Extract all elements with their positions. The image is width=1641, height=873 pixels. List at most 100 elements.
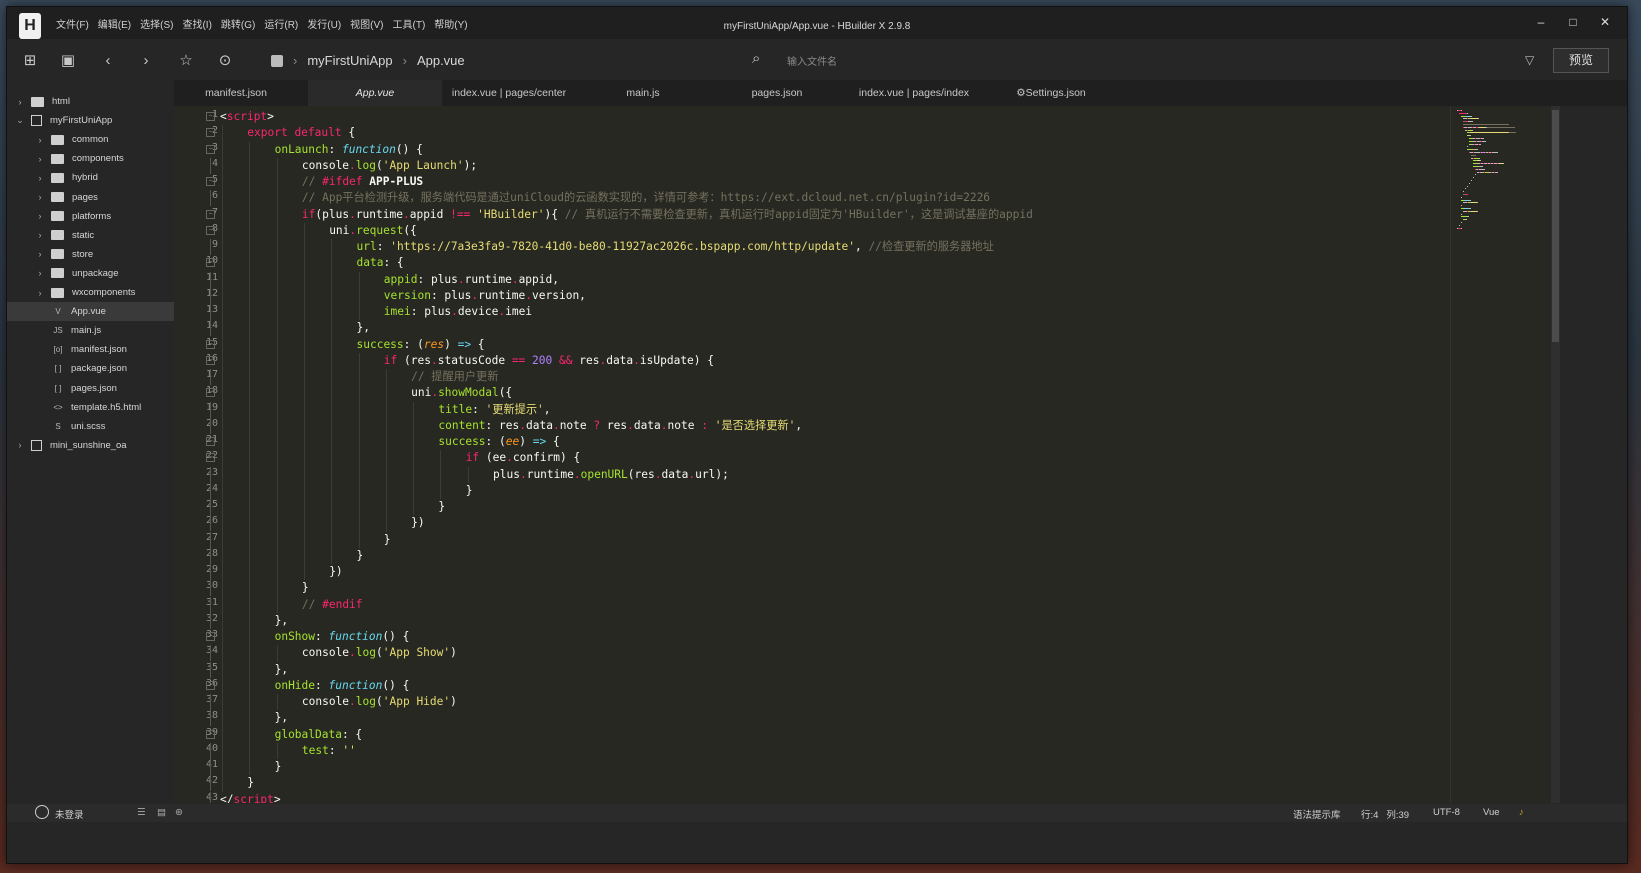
chevron-down-icon[interactable]: ⌄ (15, 115, 25, 126)
code-line[interactable]: } (247, 775, 254, 791)
breadcrumb-project[interactable]: myFirstUniApp (307, 53, 392, 68)
code-line[interactable]: imei: plus.device.imei (384, 304, 532, 320)
chevron-right-icon[interactable]: › (35, 135, 45, 145)
console-icon[interactable]: ▤ (157, 807, 166, 818)
code-line[interactable]: onShow: function() { (275, 629, 410, 645)
tree-item[interactable]: › hybrid (7, 168, 174, 187)
back-icon[interactable]: ‹ (99, 52, 117, 70)
chevron-right-icon[interactable]: › (35, 249, 45, 259)
tab-index-vue-pages-center[interactable]: index.vue | pages/center (442, 80, 576, 106)
fold-toggle-icon[interactable]: − (206, 339, 215, 349)
code-line[interactable]: globalData: { (275, 727, 363, 743)
code-line[interactable]: }) (411, 515, 424, 531)
fold-toggle-icon[interactable]: − (206, 128, 215, 138)
code-line[interactable]: // #ifdef APP-PLUS (302, 174, 423, 190)
tree-item[interactable]: [ ] package.json (7, 359, 174, 378)
fold-toggle-icon[interactable]: − (206, 680, 215, 690)
save-icon[interactable]: ▣ (59, 52, 77, 70)
code-line[interactable]: success: (ee) => { (438, 434, 559, 450)
chevron-right-icon[interactable]: › (35, 230, 45, 240)
chevron-right-icon[interactable]: › (35, 288, 45, 298)
code-line[interactable]: onLaunch: function() { (275, 142, 423, 158)
syntax-hint-library[interactable]: 语法提示库 (1293, 807, 1341, 821)
fold-toggle-icon[interactable]: − (206, 177, 215, 186)
chevron-right-icon[interactable]: › (35, 268, 45, 278)
code-line[interactable]: if (res.statusCode == 200 && res.data.is… (384, 353, 714, 369)
code-line[interactable]: if(plus.runtime.appid !== 'HBuilder'){ /… (302, 207, 1033, 223)
code-line[interactable]: // 提醒用户更新 (411, 369, 498, 385)
notification-bell-icon[interactable]: ♪ (1519, 807, 1524, 818)
code-editor[interactable]: 1−2−3−4 5−6 7−8−9 10−11 12 13 14 15−16−17 18−19 2… (174, 106, 1450, 803)
maximize-button[interactable]: □ (1557, 15, 1589, 29)
code-line[interactable]: } (466, 483, 473, 499)
code-line[interactable]: version: plus.runtime.version, (384, 288, 586, 304)
code-line[interactable]: } (384, 532, 391, 548)
chevron-right-icon[interactable]: › (15, 97, 25, 107)
tab-app-vue[interactable]: App.vue (308, 80, 442, 106)
code-line[interactable]: } (275, 759, 282, 775)
code-line[interactable]: title: '更新提示', (438, 402, 550, 418)
code-line[interactable]: } (438, 499, 445, 515)
code-line[interactable]: console.log('App Launch'); (302, 158, 477, 174)
code-line[interactable]: // App平台检测升级，服务端代码是通过uniCloud的云函数实现的，详情可… (302, 190, 990, 206)
code-line[interactable]: }, (357, 320, 370, 336)
tree-item[interactable]: JS main.js (7, 321, 174, 340)
preview-button[interactable]: 预览 (1553, 48, 1609, 73)
code-line[interactable]: uni.request({ (329, 223, 417, 239)
code-line[interactable]: uni.showModal({ (411, 385, 512, 401)
tree-item[interactable]: [o] manifest.json (7, 340, 174, 359)
chevron-right-icon[interactable]: › (35, 211, 45, 221)
fold-toggle-icon[interactable]: − (206, 355, 215, 365)
tree-item[interactable]: › common (7, 130, 174, 149)
fold-toggle-icon[interactable]: − (206, 632, 215, 641)
tab-manifest-json[interactable]: manifest.json (174, 80, 298, 106)
code-line[interactable]: } (302, 580, 309, 596)
code-line[interactable]: test: '' (302, 743, 356, 759)
code-line[interactable]: }) (329, 564, 342, 580)
fold-toggle-icon[interactable]: − (206, 144, 215, 154)
tree-item[interactable]: › pages (7, 188, 174, 207)
tree-item[interactable]: <> template.h5.html (7, 398, 174, 417)
tab-main-js[interactable]: main.js (576, 80, 710, 106)
vertical-scrollbar[interactable] (1551, 106, 1560, 803)
code-line[interactable]: appid: plus.runtime.appid, (384, 272, 559, 288)
fold-toggle-icon[interactable]: − (206, 437, 215, 446)
fold-toggle-icon[interactable]: − (206, 209, 215, 219)
star-icon[interactable]: ☆ (177, 52, 195, 70)
login-status[interactable]: 未登录 (55, 807, 84, 821)
code-line[interactable]: export default { (247, 125, 355, 141)
code-line[interactable]: url: 'https://7a3e3fa9-7820-41d0-be80-11… (357, 239, 994, 255)
code-line[interactable]: }, (275, 710, 288, 726)
new-file-icon[interactable]: ⊞ (21, 52, 39, 70)
code-line[interactable]: plus.runtime.openURL(res.data.url); (493, 467, 729, 483)
tab-pages-json[interactable]: pages.json (710, 80, 844, 106)
chevron-right-icon[interactable]: › (35, 173, 45, 183)
tree-item[interactable]: › static (7, 226, 174, 245)
tree-item[interactable]: › platforms (7, 207, 174, 226)
cursor-position[interactable]: 行:4 列:39 (1361, 807, 1409, 821)
code-line[interactable]: }, (275, 662, 288, 678)
fold-toggle-icon[interactable]: − (206, 225, 215, 235)
fold-toggle-icon[interactable]: − (206, 112, 215, 121)
breadcrumb-file[interactable]: App.vue (417, 53, 465, 68)
chevron-right-icon[interactable]: › (35, 154, 45, 164)
minimize-button[interactable]: – (1525, 15, 1557, 29)
file-search-input[interactable]: 输入文件名 (787, 53, 837, 68)
code-line[interactable]: success: (res) => { (357, 337, 485, 353)
file-search-icon[interactable]: ⌕ (752, 50, 760, 67)
tree-item[interactable]: V App.vue (7, 302, 174, 322)
code-line[interactable]: } (357, 548, 364, 564)
fold-toggle-icon[interactable]: − (206, 729, 215, 739)
code-line[interactable]: console.log('App Hide') (302, 694, 457, 710)
user-avatar-icon[interactable] (35, 805, 49, 819)
tree-item[interactable]: [ ] pages.json (7, 379, 174, 398)
tab-index-vue-pages-index[interactable]: index.vue | pages/index (844, 80, 984, 106)
tree-item[interactable]: › store (7, 245, 174, 264)
code-line[interactable]: data: { (357, 255, 404, 271)
language-mode[interactable]: Vue (1483, 807, 1500, 818)
fold-toggle-icon[interactable]: − (206, 388, 215, 398)
code-line[interactable]: }, (275, 613, 288, 629)
chevron-right-icon[interactable]: › (35, 192, 45, 202)
close-button[interactable]: ✕ (1589, 15, 1621, 29)
tree-item[interactable]: ⌄ myFirstUniApp (7, 111, 174, 130)
